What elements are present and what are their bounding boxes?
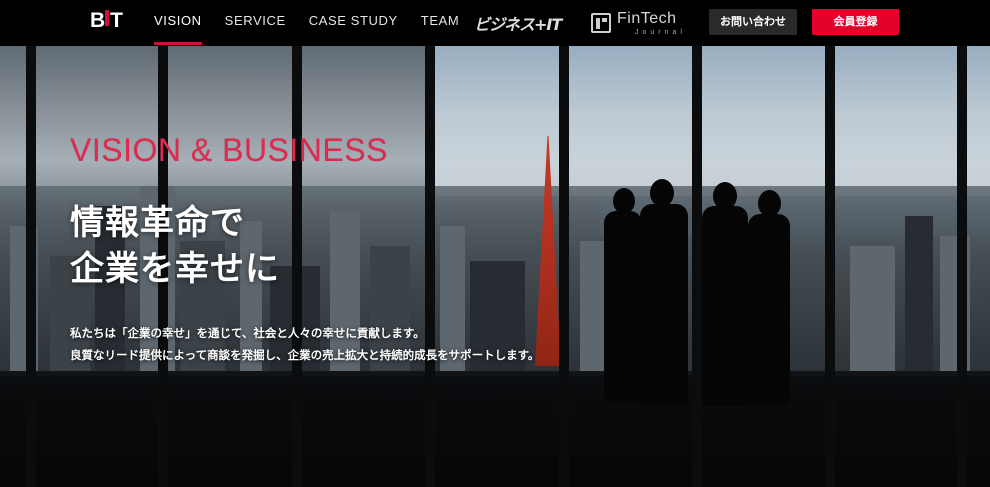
nav-item-vision[interactable]: VISION [154,0,202,46]
hero-description-line-1: 私たちは「企業の幸せ」を通じて、社会と人々の幸せに貢献します。 [70,326,425,340]
hero-description-line-2: 良質なリード提供によって商談を発掘し、企業の売上拡大と持続的成長をサポートします… [70,348,540,362]
hero-copy: VISION & BUSINESS 情報革命で 企業を幸せに 私たちは「企業の幸… [0,46,990,487]
site-header: BT VISION SERVICE CASE STUDY TEAM ビジネス+I… [0,0,990,46]
hero-eyebrow: VISION & BUSINESS [70,132,388,168]
nav-item-service[interactable]: SERVICE [225,0,286,46]
fintech-journal-icon [591,13,611,33]
bit-logo[interactable]: BT [90,10,123,32]
nav-item-team[interactable]: TEAM [421,0,460,46]
fintech-journal-logo[interactable]: FinTech Journal [591,10,686,36]
hero-description: 私たちは「企業の幸せ」を通じて、社会と人々の幸せに貢献します。 良質なリード提供… [70,322,539,366]
main-nav: VISION SERVICE CASE STUDY TEAM [154,0,482,46]
register-button[interactable]: 会員登録 [812,9,899,35]
bizplus-it-logo[interactable]: ビジネス+IT [474,11,562,35]
hero-title-line-1: 情報革命で [70,203,245,243]
fintech-subtitle: Journal [635,28,686,36]
contact-button[interactable]: お問い合わせ [709,9,797,35]
hero-title-line-2: 企業を幸せに [70,249,280,289]
fintech-title: FinTech [617,9,677,27]
nav-item-case-study[interactable]: CASE STUDY [309,0,398,46]
hero-title: 情報革命で 企業を幸せに [70,200,280,292]
hero-section: VISION & BUSINESS 情報革命で 企業を幸せに 私たちは「企業の幸… [0,46,990,487]
